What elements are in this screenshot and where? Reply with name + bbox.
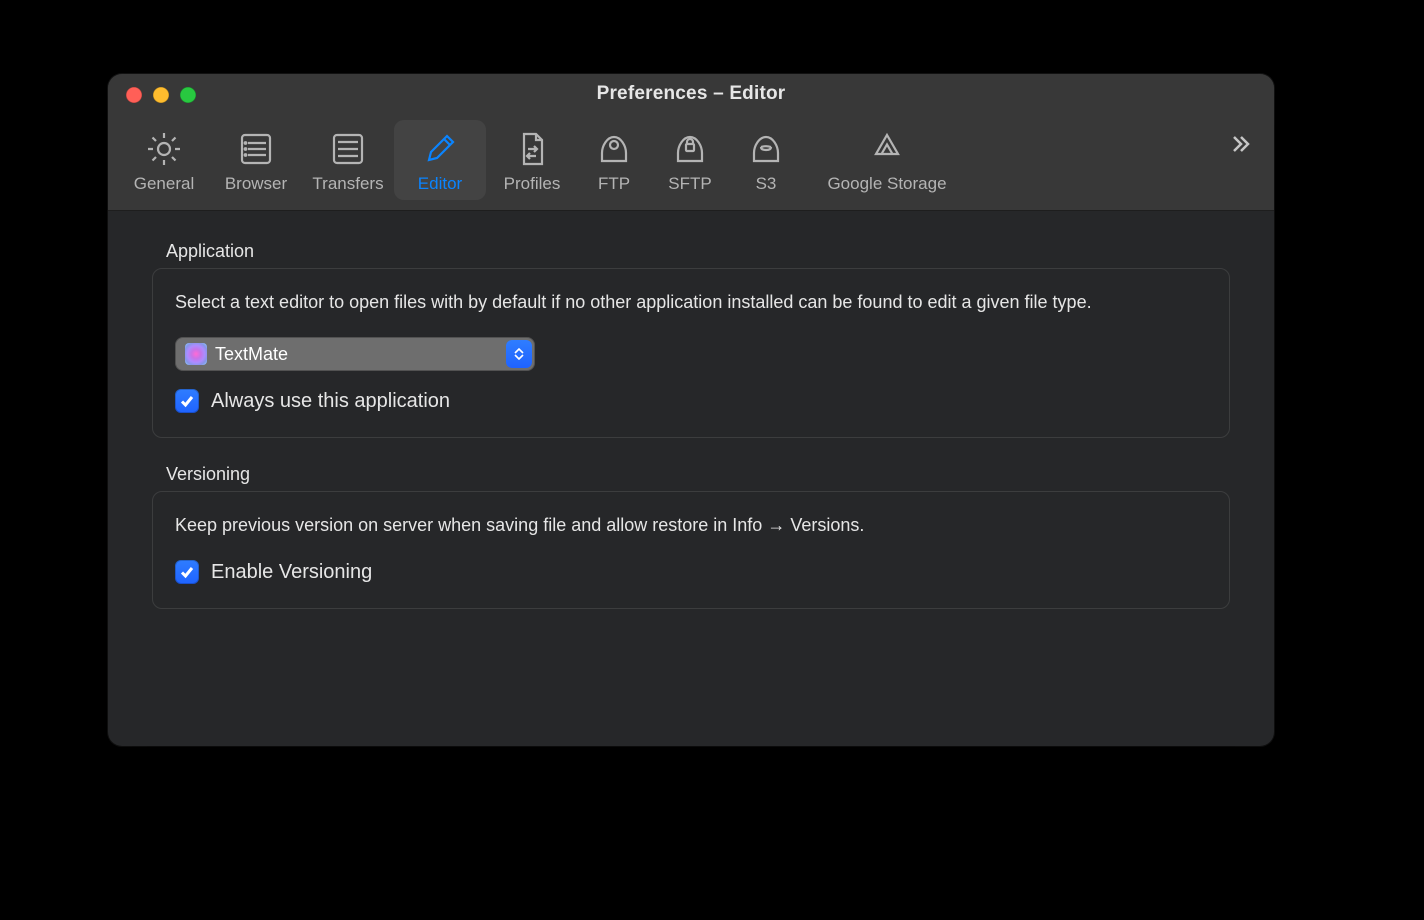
toolbar-item-transfers[interactable]: Transfers (302, 120, 394, 200)
disk-s3-icon (743, 126, 789, 172)
disk-lock-icon (667, 126, 713, 172)
toolbar-item-label: General (134, 174, 194, 194)
editor-application-popup[interactable]: TextMate (175, 337, 535, 371)
versioning-section-title: Versioning (166, 464, 1230, 485)
toolbar-overflow-button[interactable] (1228, 132, 1252, 163)
google-storage-icon (864, 126, 910, 172)
application-section: Select a text editor to open files with … (152, 268, 1230, 438)
transfers-icon (325, 126, 371, 172)
toolbar-item-label: S3 (756, 174, 777, 194)
toolbar-item-label: Google Storage (827, 174, 946, 194)
titlebar: Preferences – Editor (108, 74, 1274, 114)
enable-versioning-checkbox[interactable] (175, 560, 199, 584)
versioning-section: Keep previous version on server when sav… (152, 491, 1230, 609)
window-title: Preferences – Editor (122, 83, 1260, 105)
minimize-button[interactable] (153, 87, 169, 103)
pencil-icon (417, 126, 463, 172)
versioning-description: Keep previous version on server when sav… (175, 512, 1207, 538)
toolbar-item-profiles[interactable]: Profiles (486, 120, 578, 200)
toolbar-item-google-storage[interactable]: Google Storage (802, 120, 972, 200)
toolbar-item-sftp[interactable]: SFTP (650, 120, 730, 200)
editor-application-selected: TextMate (215, 344, 288, 365)
toolbar-item-general[interactable]: General (118, 120, 210, 200)
toolbar-item-browser[interactable]: Browser (210, 120, 302, 200)
gear-icon (141, 126, 187, 172)
toolbar-item-label: Browser (225, 174, 287, 194)
toolbar-item-ftp[interactable]: FTP (578, 120, 650, 200)
toolbar-item-s3[interactable]: S3 (730, 120, 802, 200)
toolbar: General Browser Transfers Editor Profile (108, 114, 1274, 211)
traffic-lights (126, 87, 196, 103)
document-arrows-icon (509, 126, 555, 172)
toolbar-item-label: Editor (418, 174, 462, 194)
close-button[interactable] (126, 87, 142, 103)
always-use-checkbox[interactable] (175, 389, 199, 413)
list-icon (233, 126, 279, 172)
textmate-app-icon (185, 343, 207, 365)
always-use-row: Always use this application (175, 389, 1207, 413)
preferences-window: Preferences – Editor General Browser Tra… (108, 74, 1274, 746)
application-section-title: Application (166, 241, 1230, 262)
toolbar-item-label: Transfers (312, 174, 383, 194)
enable-versioning-label: Enable Versioning (211, 561, 372, 584)
disk-ftp-icon (591, 126, 637, 172)
application-description: Select a text editor to open files with … (175, 289, 1207, 315)
toolbar-item-label: SFTP (668, 174, 711, 194)
content-area: Application Select a text editor to open… (108, 211, 1274, 675)
toolbar-item-editor[interactable]: Editor (394, 120, 486, 200)
enable-versioning-row: Enable Versioning (175, 560, 1207, 584)
zoom-button[interactable] (180, 87, 196, 103)
popup-stepper-icon (506, 340, 532, 368)
toolbar-item-label: FTP (598, 174, 630, 194)
always-use-label: Always use this application (211, 390, 450, 413)
toolbar-item-label: Profiles (504, 174, 561, 194)
